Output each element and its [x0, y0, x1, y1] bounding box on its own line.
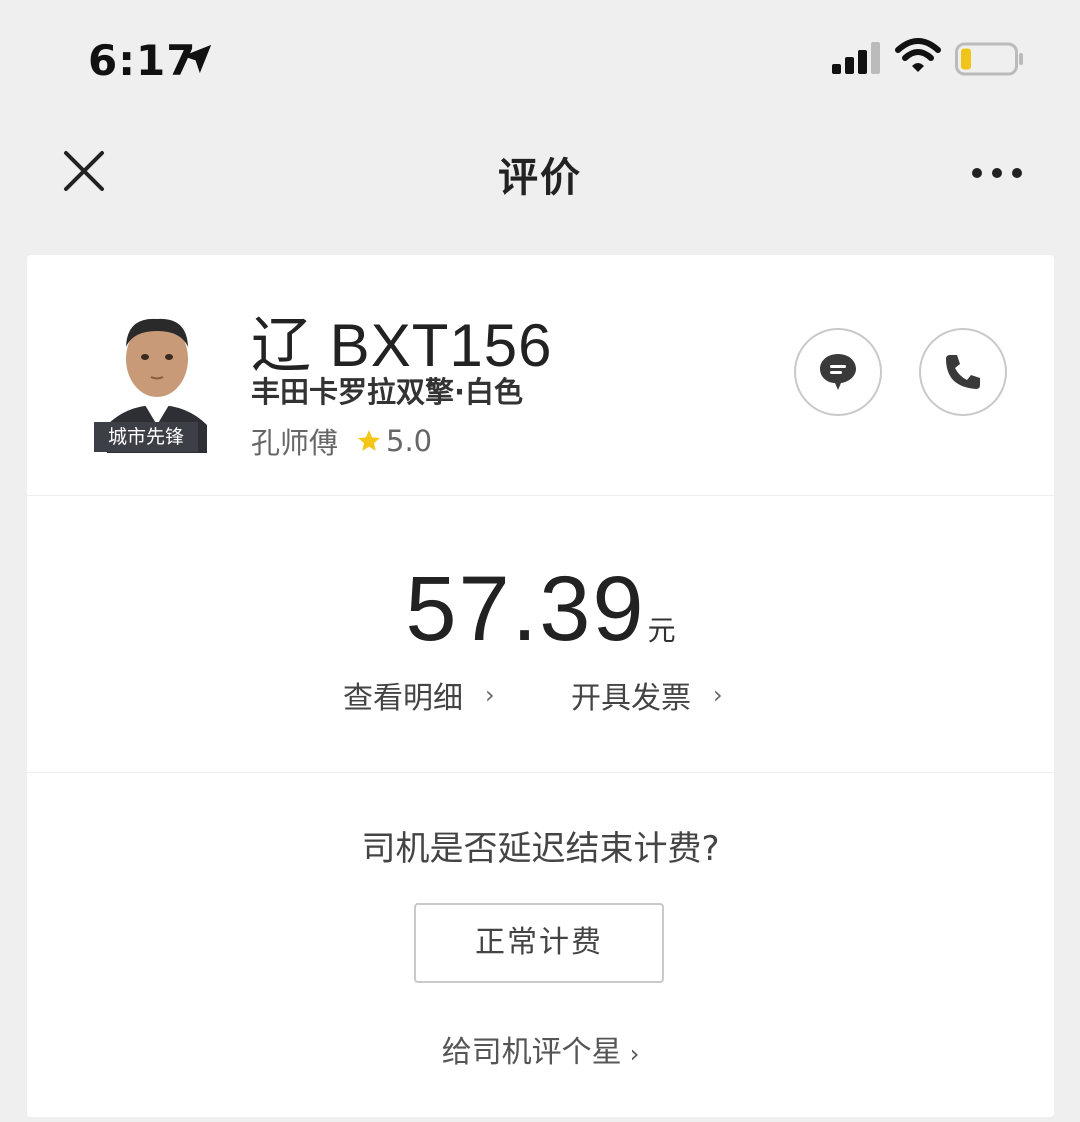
order-card: 城市先锋 辽 BXT156 丰田卡罗拉双擎·白色 孔师傅 5.0 57.39元: [27, 255, 1054, 1117]
driver-info: 城市先锋 辽 BXT156 丰田卡罗拉双擎·白色 孔师傅 5.0: [27, 255, 1054, 496]
rate-driver-link[interactable]: 给司机评个星 ›: [27, 1027, 1054, 1071]
driver-badge: 城市先锋: [94, 422, 198, 452]
battery-low-icon: [955, 42, 1023, 76]
wifi-icon: [895, 38, 941, 72]
driver-name-rating: 孔师傅 5.0: [251, 420, 432, 462]
view-details-label: 查看明细: [343, 681, 463, 716]
nav-bar: 评价: [0, 115, 1080, 230]
issue-invoice-label: 开具发票: [571, 681, 691, 716]
fare-amount: 57.39: [405, 558, 646, 660]
location-arrow-icon: [182, 44, 212, 74]
fare-display: 57.39元: [27, 557, 1054, 662]
driver-name: 孔师傅: [251, 426, 339, 460]
page-title: 评价: [498, 155, 582, 201]
more-icon[interactable]: [968, 153, 1026, 193]
driver-rating: 5.0: [386, 424, 433, 458]
cellular-signal-icon: [832, 42, 880, 74]
fare-unit: 元: [647, 614, 676, 647]
chat-icon: [820, 354, 856, 390]
phone-icon: [946, 355, 980, 389]
car-model: 丰田卡罗拉双擎·白色: [251, 375, 524, 409]
view-details-link[interactable]: 查看明细 ›: [343, 673, 495, 717]
chevron-right-icon: ›: [629, 1040, 640, 1068]
normal-billing-button[interactable]: 正常计费: [414, 903, 664, 983]
message-button[interactable]: [794, 328, 882, 416]
status-bar: 6:17: [0, 0, 1080, 115]
rate-driver-label: 给司机评个星: [441, 1035, 622, 1070]
star-icon: [358, 430, 380, 451]
call-button[interactable]: [919, 328, 1007, 416]
chevron-right-icon: ›: [713, 681, 723, 709]
delay-question: 司机是否延迟结束计费?: [361, 829, 720, 869]
issue-invoice-link[interactable]: 开具发票 ›: [571, 673, 723, 717]
fare-section: 57.39元 查看明细 › 开具发票 ›: [27, 495, 1054, 773]
chevron-right-icon: ›: [485, 681, 495, 709]
